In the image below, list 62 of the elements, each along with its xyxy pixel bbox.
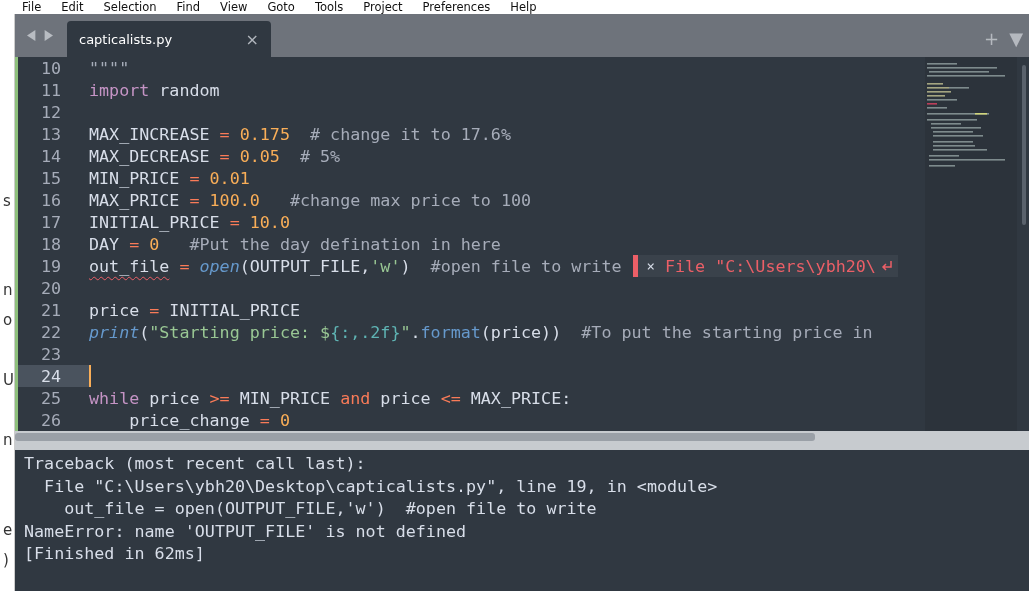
code-line: MAX_DECREASE = 0.05 # 5% <box>89 145 341 167</box>
close-tab-button[interactable]: × <box>245 29 259 49</box>
error-message: File "C:\Users\ybh20\ <box>664 255 876 277</box>
menu-item[interactable]: File <box>22 0 42 14</box>
menu-item[interactable]: Tools <box>314 0 344 14</box>
background-text: n <box>3 431 13 449</box>
line-number: 10 <box>39 57 62 79</box>
line-number: 20 <box>39 277 62 299</box>
code-line: import random <box>89 79 220 101</box>
output-line: Traceback (most recent call last): <box>24 452 367 475</box>
line-number: 18 <box>39 233 62 255</box>
line-number: 12 <box>39 101 62 123</box>
menu-item[interactable]: Find <box>176 0 201 14</box>
code-line: INITIAL_PRICE = 10.0 <box>89 211 290 233</box>
file-tab[interactable]: capticalists.py × <box>67 21 271 57</box>
line-number: 23 <box>39 343 62 365</box>
menu-item[interactable]: Preferences <box>422 0 491 14</box>
line-number: 15 <box>39 167 62 189</box>
output-line: [Finished in 62ms] <box>24 542 206 565</box>
code-line: MIN_PRICE = 0.01 <box>89 167 250 189</box>
output-line: NameError: name 'OUTPUT_FILE' is not defined <box>24 519 468 542</box>
output-line: out_file = open(OUTPUT_FILE,'w') #open file to write <box>63 497 598 520</box>
return-icon <box>879 259 894 273</box>
menu-item[interactable]: Goto <box>267 0 295 14</box>
line-number: 25 <box>39 387 62 409</box>
background-text: U <box>3 371 14 389</box>
menu-item[interactable]: Edit <box>61 0 84 14</box>
background-text: e <box>3 521 13 539</box>
line-number: 22 <box>39 321 62 343</box>
code-line: price = INITIAL_PRICE <box>89 299 300 321</box>
background-text: ) <box>3 551 9 569</box>
background-text: o <box>3 311 13 329</box>
output-line: File "C:\Users\ybh20\Desktop\capticalists.py", line 19, in <module> <box>43 474 719 497</box>
menu-item[interactable]: Help <box>510 0 537 14</box>
menu-item[interactable]: View <box>220 0 248 14</box>
menu-item[interactable]: Project <box>363 0 403 14</box>
line-number: 24 <box>18 365 89 387</box>
background-text: n <box>3 281 13 299</box>
code-line: price_change = 0 <box>128 409 290 431</box>
line-number: 13 <box>39 123 62 145</box>
code-line: print("Starting price: ${:,.2f}".format(price)) #To put the starting price in <box>89 321 873 343</box>
line-number: 19 <box>39 255 62 277</box>
tab-title: capticalists.py <box>79 31 174 47</box>
line-number: 16 <box>39 189 62 211</box>
line-number: 26 <box>39 409 62 431</box>
code-line: MAX_PRICE = 100.0 #change max price to 100 <box>89 189 532 211</box>
code-line: """" <box>89 57 130 79</box>
text-cursor <box>89 365 91 387</box>
line-number: 14 <box>39 145 62 167</box>
code-line: DAY = 0 #Put the day defination in here <box>89 233 501 255</box>
scrollbar-thumb[interactable] <box>1022 65 1026 225</box>
line-number: 11 <box>39 79 62 101</box>
scrollbar-thumb[interactable] <box>15 433 815 441</box>
line-number: 17 <box>39 211 62 233</box>
menu-item[interactable]: Selection <box>103 0 157 14</box>
background-text: s <box>3 192 11 210</box>
code-line: while price >= MIN_PRICE and price <= MAX_PRICE: <box>89 387 572 409</box>
dismiss-button[interactable]: × <box>646 255 655 277</box>
code-line: MAX_INCREASE = 0.175 # change it to 17.6% <box>89 123 511 145</box>
navigation-arrows-icon[interactable] <box>27 29 53 42</box>
code-line: out_file = open(OUTPUT_FILE,'w') #open file to write <box>89 255 622 277</box>
line-number: 21 <box>39 299 62 321</box>
